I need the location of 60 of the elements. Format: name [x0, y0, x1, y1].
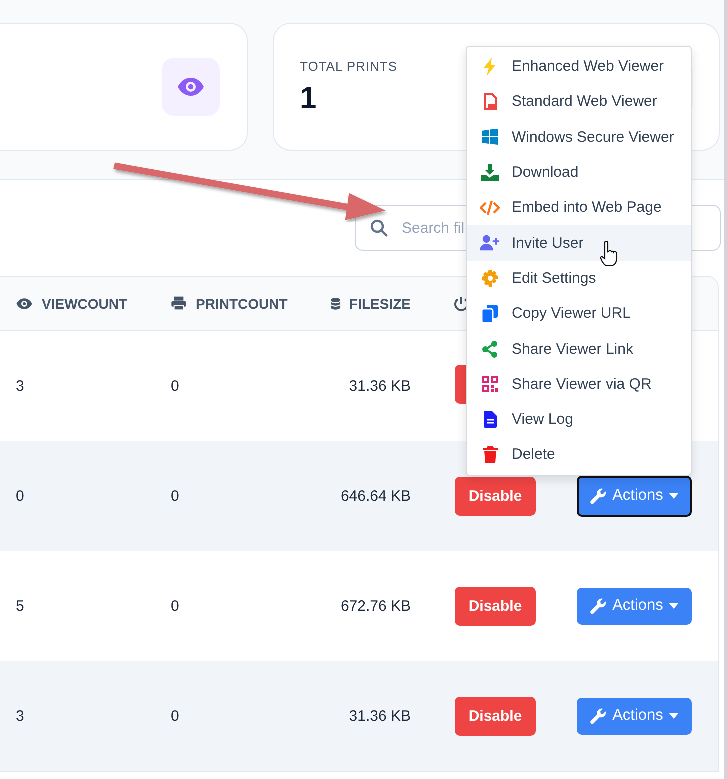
column-header: PRINTCOUNT: [196, 296, 288, 312]
eye-icon: [16, 298, 33, 310]
table-cell: 0: [16, 488, 24, 504]
actions-button[interactable]: Actions: [577, 698, 692, 734]
windows-logo-icon: [482, 129, 498, 146]
hand-cursor-icon: [600, 241, 618, 267]
printer-icon: [171, 296, 187, 311]
power-icon: [454, 296, 469, 312]
disable-button[interactable]: Disable: [455, 586, 536, 626]
table-cell: 646.64 KB: [340, 488, 411, 504]
table-cell: 5: [16, 598, 24, 614]
disable-button[interactable]: Disable: [455, 696, 536, 736]
menu-item[interactable]: Embed into Web Page: [467, 190, 691, 226]
stat-label: TOTAL PRINTS: [300, 58, 398, 74]
database-icon: [331, 296, 341, 312]
table-cell: 0: [171, 708, 180, 724]
menu-item[interactable]: View Log: [467, 402, 691, 438]
add-user-icon: [480, 235, 500, 252]
menu-item[interactable]: Delete: [467, 437, 691, 473]
trash-icon: [482, 446, 498, 464]
stat-value: 1: [300, 82, 318, 116]
caret-icon: [669, 713, 680, 719]
table-cell: 31.36 KB: [349, 378, 411, 394]
menu-item[interactable]: Standard Web Viewer: [467, 84, 691, 120]
table-cell: 31.36 KB: [349, 708, 411, 724]
disable-button[interactable]: Disable: [455, 476, 536, 516]
actions-button[interactable]: Actions: [577, 588, 692, 624]
table-cell: 3: [16, 378, 24, 394]
menu-item[interactable]: Share Viewer Link: [467, 331, 691, 367]
table-cell: 0: [171, 598, 180, 614]
table-cell: 672.76 KB: [340, 598, 411, 614]
table-cell: 3: [16, 708, 24, 724]
menu-item[interactable]: Edit Settings: [467, 260, 691, 296]
table-cell: 0: [171, 378, 180, 394]
column-header: VIEWCOUNT: [42, 296, 128, 312]
menu-item[interactable]: Copy Viewer URL: [467, 296, 691, 332]
wrench-icon: [590, 598, 607, 614]
document-icon: [484, 411, 496, 428]
caret-icon: [669, 493, 680, 499]
wrench-icon: [590, 708, 607, 724]
share-icon: [482, 340, 498, 358]
menu-item[interactable]: Download: [467, 154, 691, 190]
caret-icon: [669, 603, 680, 609]
wrench-icon: [590, 488, 607, 504]
eye-icon: [177, 77, 205, 97]
pdf-file-icon: [482, 92, 498, 111]
search-icon: [370, 219, 388, 237]
menu-item[interactable]: Invite User: [467, 225, 691, 261]
menu-item[interactable]: Windows Secure Viewer: [467, 120, 691, 155]
code-icon: [480, 200, 500, 216]
table-cell: 0: [171, 488, 180, 504]
menu-item[interactable]: Enhanced Web Viewer: [467, 49, 691, 84]
menu-item[interactable]: Share Viewer via QR: [467, 366, 691, 402]
copy-icon: [482, 304, 498, 323]
qr-code-icon: [482, 376, 498, 392]
download-icon: [481, 164, 499, 182]
column-header: FILESIZE: [350, 296, 411, 312]
actions-button[interactable]: Actions: [577, 476, 692, 516]
lightning-icon: [483, 58, 497, 76]
settings-icon: [482, 270, 498, 287]
